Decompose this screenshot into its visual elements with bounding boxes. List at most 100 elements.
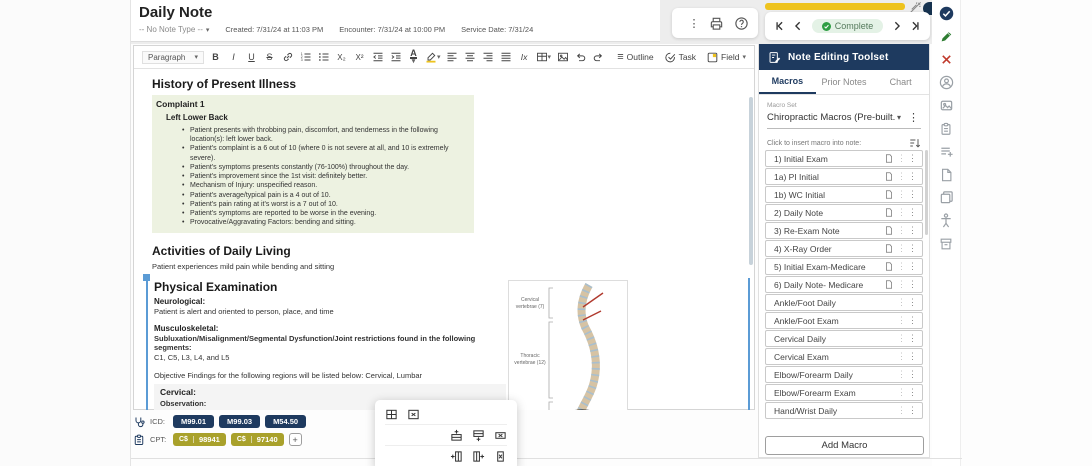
- icd-code-pill[interactable]: M54.50: [265, 415, 306, 428]
- drag-handle-icon[interactable]: [896, 225, 907, 236]
- cpt-code-pill[interactable]: C$97140: [231, 433, 284, 446]
- drag-handle-icon[interactable]: [896, 189, 907, 200]
- macro-menu-icon[interactable]: [907, 243, 918, 254]
- drag-handle-icon[interactable]: [896, 351, 907, 362]
- delete-table-icon[interactable]: [407, 407, 420, 422]
- delete-column-icon[interactable]: [494, 449, 507, 464]
- align-center-icon[interactable]: [464, 50, 477, 65]
- drag-handle-icon[interactable]: [896, 297, 907, 308]
- macro-menu-icon[interactable]: [907, 171, 918, 182]
- drag-handle-icon[interactable]: [896, 369, 907, 380]
- clear-format-button[interactable]: Ix: [518, 50, 531, 65]
- drag-handle-icon[interactable]: [896, 153, 907, 164]
- macro-list-item[interactable]: Ankle/Foot Daily: [765, 294, 923, 311]
- macro-list-item[interactable]: Elbow/Forearm Daily: [765, 366, 923, 383]
- macro-menu-icon[interactable]: [907, 261, 918, 272]
- field-button[interactable]: Field: [707, 52, 746, 63]
- image-icon[interactable]: [556, 50, 569, 65]
- cpt-code-pill[interactable]: C$98941: [173, 433, 226, 446]
- undo-icon[interactable]: [574, 50, 587, 65]
- insert-table-icon[interactable]: [385, 407, 398, 422]
- macro-preview-icon[interactable]: [885, 262, 893, 271]
- redo-icon[interactable]: [592, 50, 605, 65]
- task-button[interactable]: Task: [665, 52, 696, 63]
- macro-set-menu-icon[interactable]: ⋮: [908, 111, 919, 124]
- close-icon[interactable]: [939, 52, 954, 67]
- font-color-button[interactable]: A: [407, 50, 420, 65]
- macro-list-item[interactable]: 1a) PI Initial: [765, 168, 923, 185]
- align-left-icon[interactable]: [446, 50, 459, 65]
- archive-icon[interactable]: [939, 236, 954, 251]
- macro-list-scrollbar[interactable]: [925, 150, 928, 235]
- align-right-icon[interactable]: [482, 50, 495, 65]
- macro-list-item[interactable]: 1) Initial Exam: [765, 150, 923, 167]
- macro-menu-icon[interactable]: [907, 225, 918, 236]
- macro-list-item[interactable]: Cervical Daily: [765, 330, 923, 347]
- body-chart-icon[interactable]: [939, 213, 954, 228]
- document-panel-icon[interactable]: [939, 167, 954, 182]
- bullet-list-icon[interactable]: [317, 50, 330, 65]
- macro-list-item[interactable]: Elbow/Forearm Exam: [765, 384, 923, 401]
- table-menu-button[interactable]: [536, 50, 552, 65]
- macro-menu-icon[interactable]: [907, 315, 918, 326]
- clipboard-panel-icon[interactable]: [939, 121, 954, 136]
- drag-handle-icon[interactable]: [896, 333, 907, 344]
- indent-icon[interactable]: [389, 50, 402, 65]
- macro-menu-icon[interactable]: [907, 153, 918, 164]
- last-note-button[interactable]: [910, 21, 920, 31]
- image-panel-icon[interactable]: [939, 98, 954, 113]
- editor-scrollbar[interactable]: [749, 97, 753, 265]
- icd-code-pill[interactable]: M99.01: [173, 415, 214, 428]
- ordered-list-icon[interactable]: 123: [299, 50, 312, 65]
- macro-set-select[interactable]: Chiropractic Macros (Pre-built...: [767, 112, 895, 123]
- macro-menu-icon[interactable]: [907, 297, 918, 308]
- macro-menu-icon[interactable]: [907, 405, 918, 416]
- chevron-down-icon[interactable]: ▾: [897, 113, 901, 122]
- superscript-button[interactable]: X²: [353, 50, 366, 65]
- macro-menu-icon[interactable]: [907, 387, 918, 398]
- add-cpt-button[interactable]: +: [289, 433, 302, 446]
- bold-button[interactable]: B: [209, 50, 222, 65]
- macro-list-item[interactable]: 4) X-Ray Order: [765, 240, 923, 257]
- icd-code-pill[interactable]: M99.03: [219, 415, 260, 428]
- macro-menu-icon[interactable]: [907, 207, 918, 218]
- paragraph-style-select[interactable]: Paragraph: [142, 51, 204, 64]
- macro-list-item[interactable]: Cervical Exam: [765, 348, 923, 365]
- playlist-add-icon[interactable]: [939, 144, 954, 159]
- macro-preview-icon[interactable]: [885, 172, 893, 181]
- macro-list-item[interactable]: Hand/Wrist Daily: [765, 402, 923, 419]
- previous-note-button[interactable]: [793, 21, 803, 31]
- justify-icon[interactable]: [500, 50, 513, 65]
- drag-handle-icon[interactable]: [896, 387, 907, 398]
- subscript-button[interactable]: X₂: [335, 50, 348, 65]
- drag-handle-icon[interactable]: [896, 279, 907, 290]
- macro-preview-icon[interactable]: [885, 190, 893, 199]
- insert-row-below-icon[interactable]: [472, 428, 485, 443]
- drag-handle-icon[interactable]: [896, 243, 907, 254]
- macro-preview-icon[interactable]: [885, 154, 893, 163]
- more-options-icon[interactable]: ⋮: [689, 17, 700, 30]
- macro-preview-icon[interactable]: [885, 244, 893, 253]
- macro-preview-icon[interactable]: [885, 226, 893, 235]
- tab-macros[interactable]: Macros: [759, 70, 816, 94]
- underline-button[interactable]: U: [245, 50, 258, 65]
- add-macro-button[interactable]: Add Macro: [765, 436, 924, 455]
- macro-list-item[interactable]: 5) Initial Exam-Medicare: [765, 258, 923, 275]
- drag-handle-icon[interactable]: [896, 171, 907, 182]
- macro-list-item[interactable]: Ankle/Foot Exam: [765, 312, 923, 329]
- link-icon[interactable]: [281, 50, 294, 65]
- insert-column-left-icon[interactable]: [450, 449, 463, 464]
- macro-list-item[interactable]: 2) Daily Note: [765, 204, 923, 221]
- drag-handle-icon[interactable]: [896, 405, 907, 416]
- help-icon[interactable]: [734, 16, 749, 31]
- italic-button[interactable]: I: [227, 50, 240, 65]
- status-badge-complete[interactable]: Complete: [812, 19, 884, 33]
- first-note-button[interactable]: [775, 21, 785, 31]
- edit-pen-icon[interactable]: [939, 29, 954, 44]
- macro-menu-icon[interactable]: [907, 279, 918, 290]
- drag-handle-icon[interactable]: [896, 261, 907, 272]
- patient-account-icon[interactable]: [939, 75, 954, 90]
- macro-menu-icon[interactable]: [907, 369, 918, 380]
- physical-exam-table[interactable]: Physical Examination Neurological: Patie…: [146, 278, 750, 410]
- macro-preview-icon[interactable]: [885, 208, 893, 217]
